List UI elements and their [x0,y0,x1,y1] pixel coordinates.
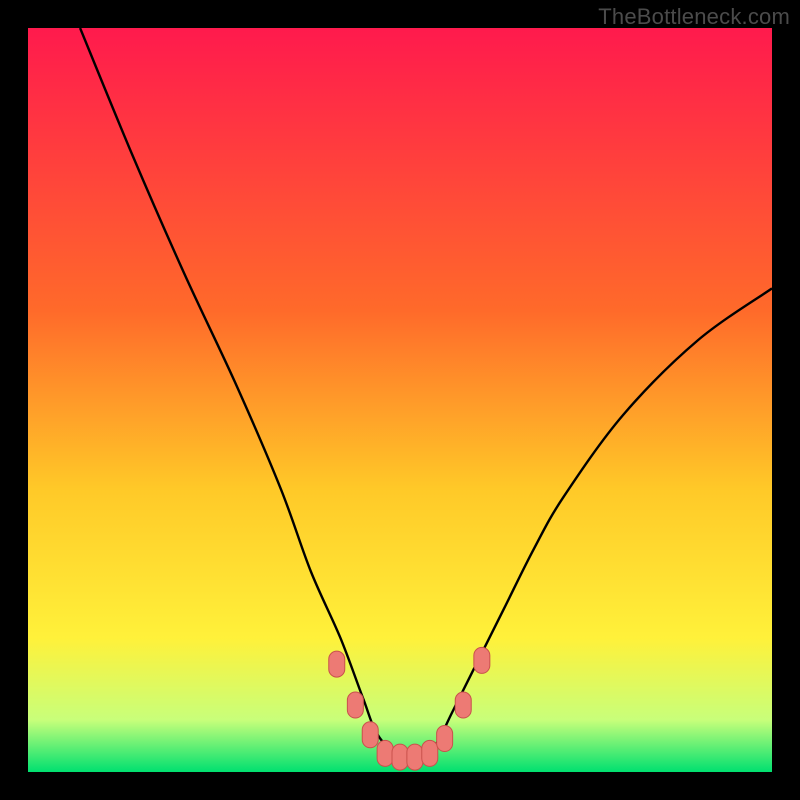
curve-marker [362,722,378,748]
curve-marker [329,651,345,677]
watermark-text: TheBottleneck.com [598,4,790,30]
curve-marker [377,740,393,766]
curve-marker [347,692,363,718]
outer-frame: TheBottleneck.com [0,0,800,800]
curve-marker [437,726,453,752]
chart-plot-area [28,28,772,772]
gradient-background [28,28,772,772]
curve-marker [422,740,438,766]
curve-marker [392,744,408,770]
chart-svg [28,28,772,772]
curve-marker [474,647,490,673]
curve-marker [455,692,471,718]
curve-marker [407,744,423,770]
